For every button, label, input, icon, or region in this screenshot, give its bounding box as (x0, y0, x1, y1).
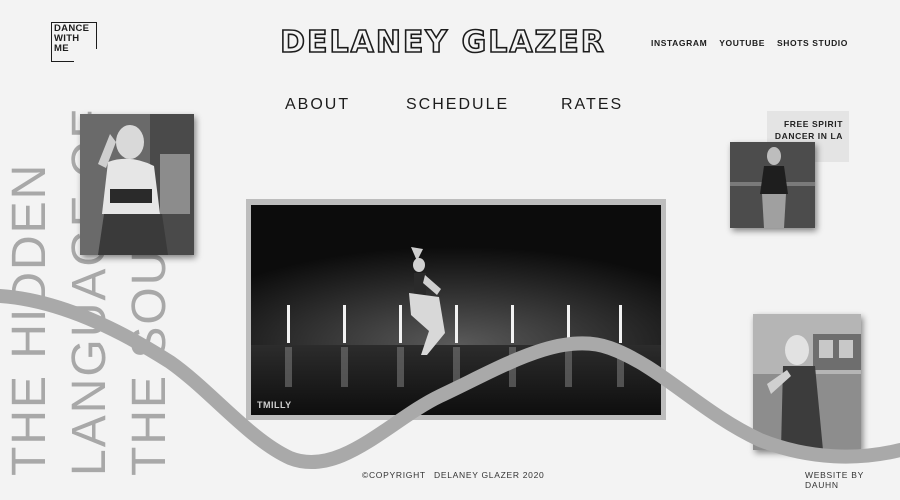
website-credit-link[interactable]: WEBSITE BY DAUHN (805, 470, 900, 490)
nav-rates[interactable]: RATES (561, 96, 623, 114)
video-frame: TMILLY (246, 199, 666, 420)
social-links: INSTAGRAM YOUTUBE SHOTS STUDIO (651, 38, 848, 48)
vertical-headline-line-1: THE HIDDEN (3, 162, 56, 476)
copyright-label: ©COPYRIGHT (362, 470, 426, 480)
instagram-link[interactable]: INSTAGRAM (651, 38, 707, 48)
nav-schedule[interactable]: SCHEDULE (406, 96, 509, 114)
shots-studio-link[interactable]: SHOTS STUDIO (777, 38, 848, 48)
brand-title[interactable]: DELANEY GLAZER (279, 25, 606, 61)
logo-line: ME (54, 43, 69, 54)
dancer-photo-right-bottom (753, 314, 861, 450)
tagline-line-2: DANCER IN LA (774, 131, 843, 141)
copyright-owner: DELANEY GLAZER 2020 (434, 470, 545, 480)
main-nav: ABOUT SCHEDULE RATES (0, 96, 900, 116)
dancer-photo-right-top (730, 142, 815, 228)
dance-video-player[interactable]: TMILLY (251, 205, 661, 415)
dancer-photo-left (80, 114, 194, 255)
vertical-headline-line-3: THE SOUL (123, 219, 176, 476)
youtube-link[interactable]: YOUTUBE (719, 38, 765, 48)
nav-about[interactable]: ABOUT (285, 96, 350, 114)
site-logo[interactable]: DANCE WITH ME (51, 22, 98, 63)
tagline-line-1: FREE SPIRIT (783, 119, 843, 129)
video-watermark: TMILLY (257, 400, 292, 410)
